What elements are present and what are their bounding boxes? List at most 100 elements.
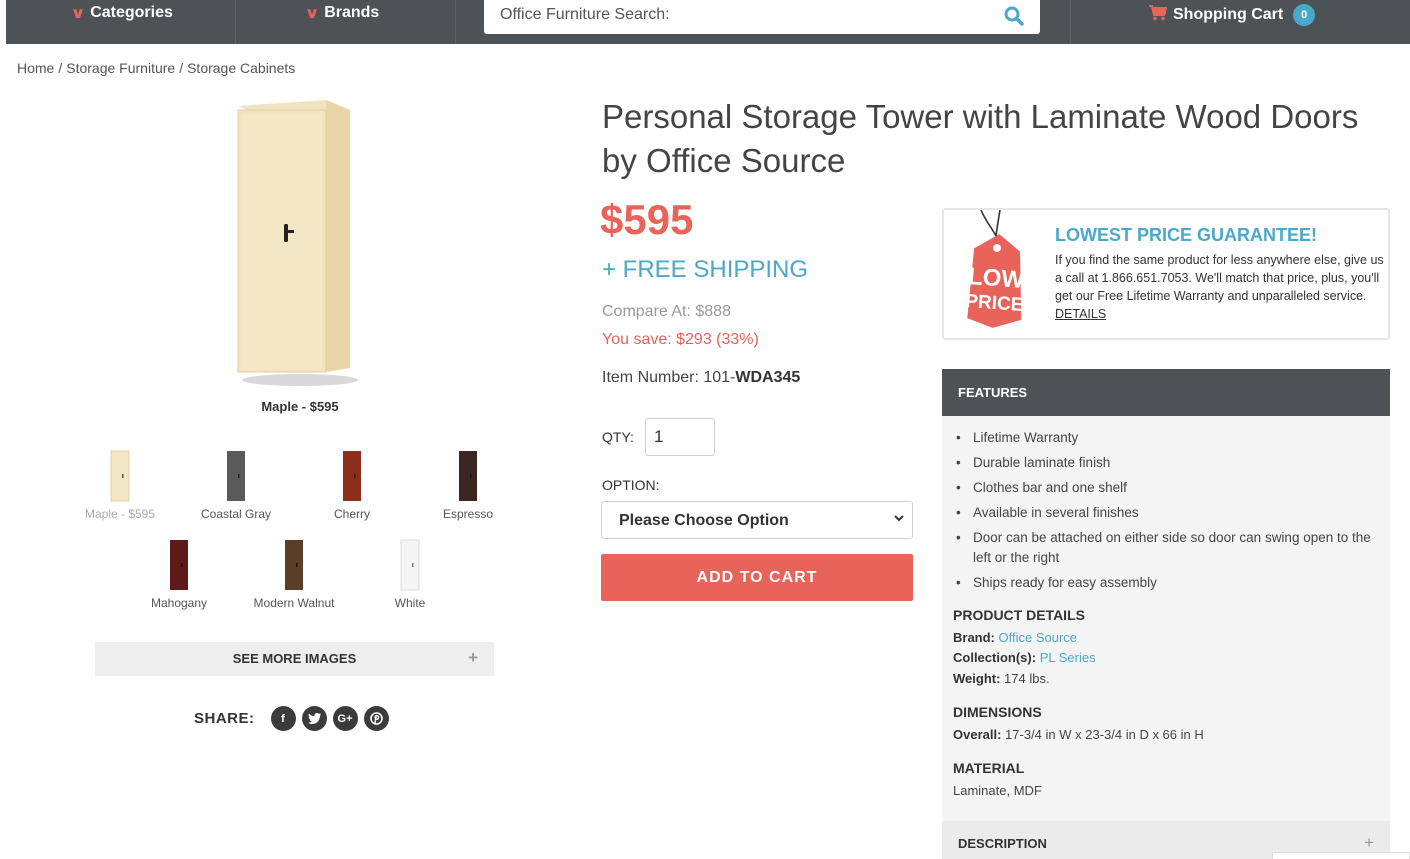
swatch-label: Espresso <box>442 507 494 521</box>
chevron-down-icon: ∨ <box>304 5 321 22</box>
tag-text-low: LOW <box>967 263 1025 294</box>
swatch-label: Maple - $595 <box>84 507 156 521</box>
cart-label: Shopping Cart <box>1173 6 1284 23</box>
main-image-caption: Maple - $595 <box>261 399 339 414</box>
overlay-widget-edge <box>1272 852 1410 859</box>
features-header: FEATURES <box>942 369 1390 416</box>
plus-icon: + <box>1364 833 1374 852</box>
swatch-thumb <box>110 450 130 502</box>
brand-line: Brand: Office Source <box>953 630 1077 645</box>
overall-value: 17-3/4 in W x 23-3/4 in D x 66 in H <box>1005 727 1204 742</box>
google-plus-icon[interactable]: G+ <box>332 706 358 731</box>
see-more-images-label: SEE MORE IMAGES <box>232 651 357 666</box>
weight-label: Weight: <box>953 671 1001 686</box>
breadcrumb: Home / Storage Furniture / Storage Cabinet… <box>17 60 295 76</box>
swatch-label: White <box>394 596 426 610</box>
swatch-thumb <box>400 539 420 591</box>
material-heading: MATERIAL <box>953 760 1025 776</box>
swatch-mahogany[interactable]: Mahogany <box>124 539 234 610</box>
guarantee-details-link[interactable]: DETAILS <box>1055 307 1106 321</box>
collection-line: Collection(s): PL Series <box>953 650 1096 665</box>
top-navigation-bar: ∨ Categories ∨ Brands Shopping Cart 0 <box>6 0 1410 44</box>
item-number: Item Number: 101-WDA345 <box>602 369 800 387</box>
shopping-cart-link[interactable]: Shopping Cart 0 <box>1149 4 1316 26</box>
option-select[interactable]: Please Choose Option <box>601 501 913 539</box>
breadcrumb-storage-furniture[interactable]: Storage Furniture <box>66 60 175 76</box>
tag-text-price: PRICE <box>965 291 1024 316</box>
swatch-thumb <box>285 540 303 590</box>
feature-item: Door can be attached on either side so d… <box>954 528 1379 568</box>
search-box <box>484 0 1040 34</box>
breadcrumb-home[interactable]: Home <box>17 60 54 76</box>
weight-value: 174 lbs. <box>1004 671 1050 686</box>
twitter-icon[interactable] <box>301 706 327 731</box>
cart-icon <box>1149 4 1168 26</box>
breadcrumb-separator: / <box>58 60 63 76</box>
breadcrumb-separator: / <box>179 60 184 76</box>
qty-label: QTY: <box>602 429 634 445</box>
brands-menu[interactable]: ∨ Brands <box>236 0 456 44</box>
features-list: Lifetime Warranty Durable laminate finis… <box>954 428 1379 598</box>
item-number-label: Item Number: 101- <box>602 369 736 386</box>
feature-item: Durable laminate finish <box>954 453 1379 473</box>
chevron-down-icon: ∨ <box>70 5 87 22</box>
add-to-cart-button[interactable]: ADD TO CART <box>601 554 913 601</box>
swatch-label: Mahogany <box>150 596 208 610</box>
categories-menu[interactable]: ∨ Categories <box>6 0 236 44</box>
cart-count-badge: 0 <box>1293 4 1316 26</box>
swatch-thumb <box>459 451 477 501</box>
swatch-modern-walnut[interactable]: Modern Walnut <box>239 539 349 610</box>
compare-at-price: Compare At: $888 <box>602 303 731 320</box>
pinterest-icon[interactable] <box>363 706 389 731</box>
material-value: Laminate, MDF <box>953 783 1042 798</box>
feature-item: Ships ready for easy assembly <box>954 573 1379 593</box>
swatch-label: Modern Walnut <box>253 596 335 610</box>
swatch-coastal-gray[interactable]: Coastal Gray <box>181 450 291 521</box>
product-price: $595 <box>600 196 694 243</box>
feature-item: Lifetime Warranty <box>954 428 1379 448</box>
swatch-espresso[interactable]: Espresso <box>413 450 523 521</box>
guarantee-body: If you find the same product for less an… <box>1055 251 1385 323</box>
main-product-image[interactable] <box>222 96 372 390</box>
brands-label: Brands <box>324 4 380 21</box>
free-shipping-label: + FREE SHIPPING <box>602 256 809 283</box>
overall-line: Overall: 17-3/4 in W x 23-3/4 in D x 66 … <box>953 727 1204 742</box>
low-price-tag-icon: LOW PRICE <box>956 209 1036 339</box>
categories-label: Categories <box>90 4 173 21</box>
swatch-label: Coastal Gray <box>200 507 272 521</box>
description-label: DESCRIPTION <box>958 836 1047 851</box>
chevron-down-icon <box>894 511 904 525</box>
share-bar: SHARE: f G+ <box>194 706 389 731</box>
swatch-white[interactable]: White <box>355 539 465 610</box>
you-save-amount: You save: $293 (33%) <box>602 331 759 348</box>
swatch-maple[interactable]: Maple - $595 <box>65 450 175 521</box>
features-heading: FEATURES <box>958 385 1028 400</box>
share-label: SHARE: <box>194 710 255 727</box>
brands-toggle[interactable]: ∨ Brands <box>304 4 380 22</box>
overall-label: Overall: <box>953 727 1002 742</box>
dimensions-heading: DIMENSIONS <box>953 704 1042 720</box>
swatch-cherry[interactable]: Cherry <box>297 450 407 521</box>
feature-item: Clothes bar and one shelf <box>954 478 1379 498</box>
product-details-heading: PRODUCT DETAILS <box>953 607 1085 623</box>
product-title: Personal Storage Tower with Laminate Woo… <box>602 98 1359 179</box>
weight-line: Weight: 174 lbs. <box>953 671 1050 686</box>
see-more-images-button[interactable]: SEE MORE IMAGES + <box>95 642 494 676</box>
brand-link[interactable]: Office Source <box>999 630 1078 645</box>
search-icon[interactable] <box>1004 6 1024 31</box>
categories-toggle[interactable]: ∨ Categories <box>70 4 173 22</box>
lowest-price-guarantee-box: LOW PRICE LOWEST PRICE GUARANTEE! If you… <box>942 208 1390 340</box>
plus-icon: + <box>468 648 478 667</box>
collection-link[interactable]: PL Series <box>1040 650 1096 665</box>
breadcrumb-storage-cabinets[interactable]: Storage Cabinets <box>187 60 295 76</box>
brand-label: Brand: <box>953 630 995 645</box>
facebook-icon[interactable]: f <box>270 706 296 731</box>
swatch-thumb <box>170 540 188 590</box>
option-label: OPTION: <box>602 477 660 493</box>
search-input[interactable] <box>484 0 1040 34</box>
guarantee-text: If you find the same product for less an… <box>1055 253 1384 303</box>
swatch-label: Cherry <box>333 507 370 521</box>
swatch-thumb <box>227 451 245 501</box>
guarantee-title: LOWEST PRICE GUARANTEE! <box>1055 225 1318 245</box>
quantity-input[interactable] <box>645 418 715 456</box>
